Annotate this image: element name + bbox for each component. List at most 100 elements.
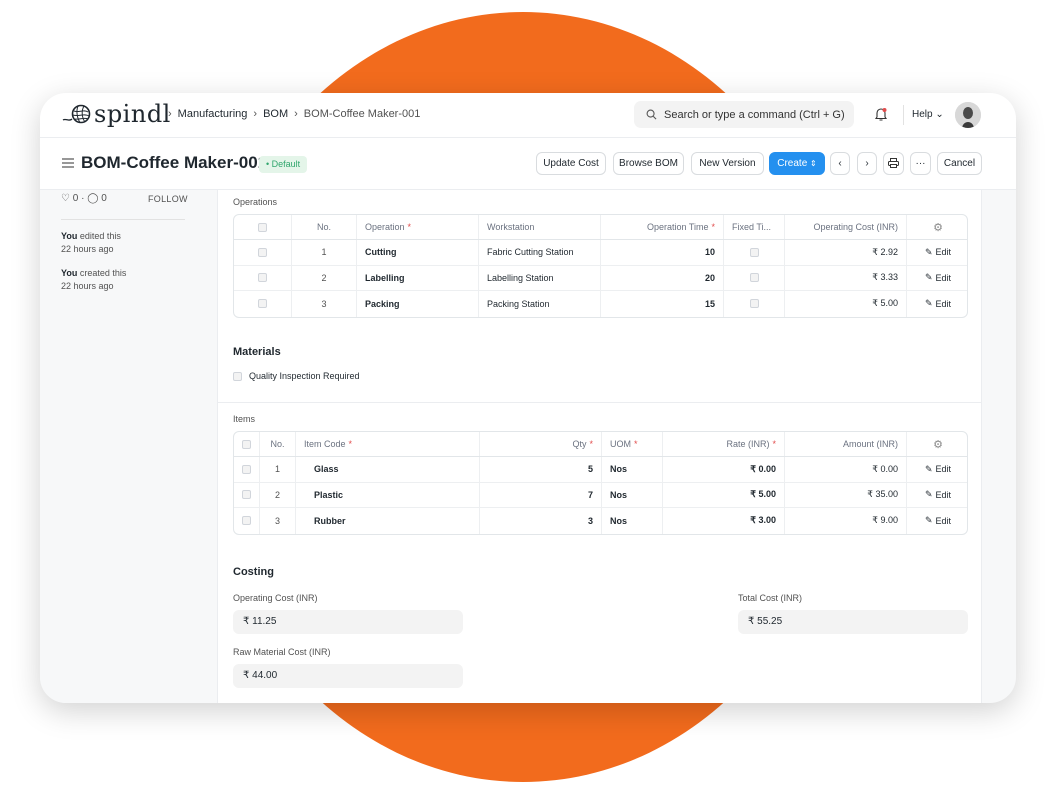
raw-material-cost-label: Raw Material Cost (INR) [233, 647, 331, 657]
row-amount: ₹ 0.00 [784, 457, 906, 482]
select-all-checkbox[interactable] [258, 222, 267, 232]
row-cost: ₹ 3.33 [784, 265, 906, 290]
row-checkbox[interactable] [258, 247, 267, 257]
operating-cost-field[interactable]: ₹ 11.25 [233, 610, 463, 634]
row-qty[interactable]: 3 [479, 508, 601, 534]
breadcrumb-current[interactable]: BOM-Coffee Maker-001 [304, 108, 421, 120]
row-rate[interactable]: ₹ 3.00 [662, 508, 784, 534]
row-operation[interactable]: Packing [356, 291, 478, 317]
previous-doc-button[interactable]: ‹ [830, 152, 850, 175]
row-operation[interactable]: Cutting [356, 240, 478, 265]
required-asterisk: * [348, 439, 353, 449]
app-logo[interactable]: spindl [62, 100, 171, 128]
yarn-ball-icon [62, 104, 91, 124]
heart-icon[interactable]: ♡ [61, 193, 70, 204]
fixed-time-checkbox[interactable] [749, 247, 759, 257]
table-row[interactable]: 1 Glass 5 Nos ₹ 0.00 ₹ 0.00 ✎ Edit [234, 457, 967, 483]
more-actions-button[interactable]: ··· [910, 152, 931, 175]
row-time[interactable]: 10 [600, 240, 723, 265]
total-cost-field[interactable]: ₹ 55.25 [738, 610, 968, 634]
quality-inspection-checkbox[interactable] [233, 371, 242, 381]
row-fixed-time-cell [723, 291, 784, 317]
row-uom[interactable]: Nos [601, 457, 662, 482]
row-qty[interactable]: 5 [479, 457, 601, 482]
edit-row-button[interactable]: ✎ Edit [925, 515, 951, 526]
row-uom[interactable]: Nos [601, 508, 662, 534]
row-no: 3 [259, 508, 295, 534]
breadcrumb-bom[interactable]: BOM [263, 108, 288, 120]
row-workstation[interactable]: Labelling Station [478, 265, 600, 290]
table-row[interactable]: 2 Plastic 7 Nos ₹ 5.00 ₹ 35.00 ✎ Edit [234, 482, 967, 508]
print-button[interactable] [883, 152, 904, 175]
edit-label: Edit [935, 247, 952, 258]
edit-row-button[interactable]: ✎ Edit [925, 298, 951, 309]
section-divider [218, 402, 981, 403]
row-checkbox[interactable] [242, 490, 251, 500]
select-all-checkbox[interactable] [242, 439, 251, 449]
follow-button[interactable]: FOLLOW [148, 194, 188, 204]
search-input[interactable]: Search or type a command (Ctrl + G) [634, 101, 854, 128]
operations-label: Operations [233, 197, 278, 207]
activity-item: You created this 22 hours ago [61, 267, 126, 293]
row-operation[interactable]: Labelling [356, 265, 478, 290]
pencil-icon: ✎ [924, 272, 933, 283]
search-icon [646, 109, 657, 120]
edit-row-button[interactable]: ✎ Edit [925, 247, 951, 258]
update-cost-button[interactable]: Update Cost [536, 152, 606, 175]
col-rate-label: Rate (INR) [726, 439, 770, 449]
comment-icon[interactable]: ◯ [87, 193, 98, 204]
row-workstation[interactable]: Fabric Cutting Station [478, 240, 600, 265]
help-menu[interactable]: Help ⌄ [912, 109, 944, 120]
table-row[interactable]: 3 Packing Packing Station 15 ₹ 5.00 ✎ Edi… [234, 291, 967, 317]
create-button[interactable]: Create ⇕ [769, 152, 825, 175]
raw-material-cost-field[interactable]: ₹ 44.00 [233, 664, 463, 688]
row-qty[interactable]: 7 [479, 482, 601, 507]
breadcrumb-manufacturing[interactable]: Manufacturing [178, 108, 248, 120]
cancel-button[interactable]: Cancel [937, 152, 982, 175]
col-operation-time: Operation Time * [600, 215, 723, 239]
row-item-code[interactable]: Rubber [295, 508, 479, 534]
col-amount: Amount (INR) [784, 432, 906, 456]
row-rate[interactable]: ₹ 5.00 [662, 482, 784, 507]
new-version-button[interactable]: New Version [691, 152, 764, 175]
fixed-time-checkbox[interactable] [749, 299, 759, 309]
row-checkbox[interactable] [258, 273, 267, 283]
hamburger-menu-icon[interactable] [62, 158, 74, 168]
table-row[interactable]: 1 Cutting Fabric Cutting Station 10 ₹ 2.… [234, 240, 967, 266]
row-time[interactable]: 20 [600, 265, 723, 290]
browse-bom-button[interactable]: Browse BOM [613, 152, 684, 175]
logo-text: spindl [94, 100, 171, 128]
gear-icon[interactable]: ⚙ [933, 221, 943, 234]
app-window: spindl › Manufacturing › BOM › BOM-Coffe… [40, 93, 1016, 703]
row-time[interactable]: 15 [600, 291, 723, 317]
notification-bell-icon[interactable] [874, 107, 888, 122]
status-badge-label: Default [271, 159, 301, 169]
col-operation-time-label: Operation Time [646, 222, 709, 232]
col-operation: Operation * [356, 215, 478, 239]
top-navbar: spindl › Manufacturing › BOM › BOM-Coffe… [40, 93, 1016, 138]
next-doc-button[interactable]: › [857, 152, 877, 175]
row-uom[interactable]: Nos [601, 482, 662, 507]
user-avatar[interactable] [955, 102, 981, 128]
quality-inspection-field[interactable]: Quality Inspection Required [233, 371, 360, 381]
row-item-code[interactable]: Plastic [295, 482, 479, 507]
edit-row-button[interactable]: ✎ Edit [925, 272, 951, 283]
edit-row-button[interactable]: ✎ Edit [925, 464, 951, 475]
row-checkbox[interactable] [258, 299, 267, 309]
edit-row-button[interactable]: ✎ Edit [925, 489, 951, 500]
quality-inspection-label: Quality Inspection Required [249, 371, 360, 381]
row-checkbox[interactable] [242, 464, 251, 474]
chevron-right-icon: › [865, 158, 869, 169]
row-workstation[interactable]: Packing Station [478, 291, 600, 317]
row-no: 2 [259, 482, 295, 507]
gear-icon[interactable]: ⚙ [933, 438, 943, 451]
table-row[interactable]: 2 Labelling Labelling Station 20 ₹ 3.33 … [234, 265, 967, 291]
pencil-icon: ✎ [924, 246, 933, 257]
table-row[interactable]: 3 Rubber 3 Nos ₹ 3.00 ₹ 9.00 ✎ Edit [234, 508, 967, 534]
row-no: 3 [291, 291, 356, 317]
row-rate[interactable]: ₹ 0.00 [662, 457, 784, 482]
row-item-code[interactable]: Glass [295, 457, 479, 482]
column-settings-cell: ⚙ [906, 215, 967, 239]
fixed-time-checkbox[interactable] [749, 273, 759, 283]
row-checkbox[interactable] [242, 516, 251, 526]
